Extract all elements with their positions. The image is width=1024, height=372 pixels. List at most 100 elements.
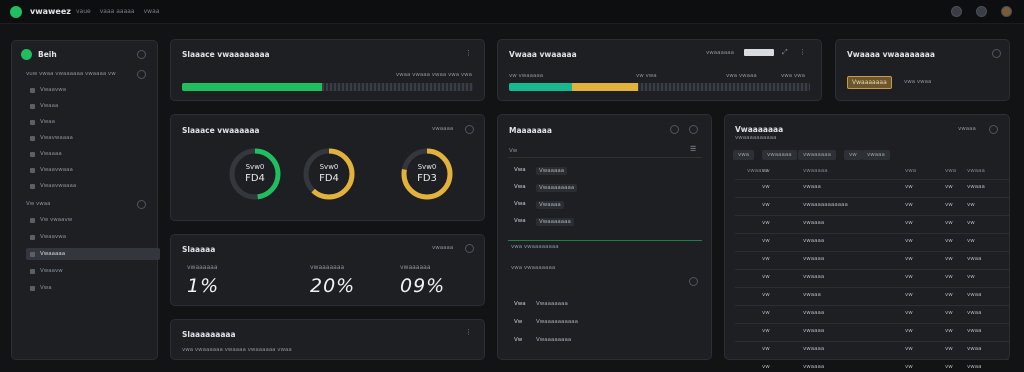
column-header[interactable]: vw bbox=[762, 168, 770, 174]
toggle-control[interactable] bbox=[744, 49, 774, 56]
sidebar-item[interactable]: Vwaavwa bbox=[26, 84, 160, 96]
table-cell: vw bbox=[762, 238, 770, 244]
column-header[interactable]: vwaaa bbox=[967, 168, 985, 174]
table-cell: vwaa bbox=[967, 346, 982, 352]
sidebar-item[interactable]: Vwa bbox=[26, 282, 160, 294]
sidebar-item[interactable]: Vwaaaa bbox=[26, 148, 160, 160]
table-row[interactable]: vw vwaaaa vw vw vw bbox=[735, 271, 1009, 284]
table-row[interactable]: vw vwaaaa vw vw vwaa bbox=[735, 361, 1009, 372]
list-item[interactable]: Vwa Vwaaaaa bbox=[514, 167, 568, 175]
table-cell: vwaa bbox=[967, 256, 982, 262]
top-nav-item[interactable]: vaue bbox=[76, 8, 91, 15]
expand-icon[interactable]: ⤢ bbox=[782, 48, 788, 57]
filter-chip[interactable]: vwa bbox=[733, 150, 755, 160]
panel-menu-icon[interactable]: ⋮ bbox=[799, 48, 806, 56]
sidebar-item[interactable]: Vwaa bbox=[26, 116, 160, 128]
list-item[interactable]: Vwa Vwaaaaaaaa bbox=[514, 184, 578, 192]
refresh-icon[interactable] bbox=[670, 125, 679, 134]
sidebar-item[interactable]: Vwavwaaaa bbox=[26, 132, 160, 144]
list-item[interactable]: Vwa Vwaaaa bbox=[514, 201, 564, 209]
sidebar-item[interactable]: Vwaavwaaaa bbox=[26, 180, 160, 192]
column-header[interactable]: vwaaaaa bbox=[803, 168, 828, 174]
table-cell: vw bbox=[905, 292, 913, 298]
table-row[interactable]: vw vwaaaa vw vw vwaa bbox=[735, 253, 1009, 266]
table-row[interactable]: vw vwaaaaaaaaaaa vw vw vw bbox=[735, 199, 1009, 212]
table-cell: vw bbox=[762, 202, 770, 208]
list-item[interactable]: Vw Vwaaaaaaaaaa bbox=[514, 319, 578, 325]
panel-control-label[interactable]: vwaaa bbox=[958, 126, 976, 132]
sidebar-item[interactable]: Vwaaaaa bbox=[26, 248, 160, 260]
section-toggle-icon[interactable] bbox=[137, 200, 146, 209]
panel-options-icon[interactable] bbox=[465, 125, 474, 134]
sidebar-item-label: Vwaavwaaaa bbox=[40, 183, 77, 189]
table-cell: vw bbox=[762, 364, 770, 370]
column-header[interactable]: vwa bbox=[945, 168, 956, 174]
gauge: Svw0 FD4 bbox=[227, 146, 283, 202]
table-cell: vwaaaa bbox=[803, 364, 825, 370]
stacked-progress-bar bbox=[509, 83, 810, 91]
row-divider bbox=[735, 179, 1009, 180]
list-item-key: Vwa bbox=[514, 184, 526, 190]
sidebar-item-icon bbox=[30, 268, 35, 274]
table-row[interactable]: vw vwaaaa vw vw vwaa bbox=[735, 307, 1009, 320]
filter-chip[interactable]: vwaaa bbox=[862, 150, 890, 160]
brand-logo-icon bbox=[10, 6, 22, 18]
table-row[interactable]: vw vwaaaa vw vw vwaa bbox=[735, 343, 1009, 356]
settings-icon[interactable] bbox=[689, 125, 698, 134]
settings-icon[interactable] bbox=[951, 6, 962, 17]
table-row[interactable]: vw vwaaaa vw vw vw bbox=[735, 217, 1009, 230]
app-name: vwaweez bbox=[30, 7, 71, 16]
filter-chip[interactable]: vwaaaaaa bbox=[798, 150, 836, 160]
table-row[interactable]: vw vwaaaa vw vw vw bbox=[735, 235, 1009, 248]
list-filter-icon[interactable]: ☰ bbox=[690, 145, 696, 153]
panel-control-label[interactable]: vwaaaa bbox=[432, 126, 453, 132]
list-item-value: Vwaaaaaaa bbox=[536, 301, 568, 307]
gauge-value: FD4 bbox=[319, 173, 339, 184]
table-header: vwaaaa vw vwaaaaa vwa vwa vwaaa bbox=[735, 165, 1009, 178]
table-row[interactable]: vw vwaaa vw vw vwaaa bbox=[735, 181, 1009, 194]
panel-options-icon[interactable] bbox=[989, 125, 998, 134]
table-cell: vw bbox=[967, 220, 975, 226]
top-nav-item[interactable]: vwaa bbox=[144, 8, 160, 15]
list-item-value: Vwaaaaaaa bbox=[536, 218, 574, 226]
add-icon[interactable] bbox=[689, 277, 698, 286]
table-cell: vw bbox=[967, 202, 975, 208]
sidebar-item[interactable]: Vw vwaavw bbox=[26, 214, 160, 226]
stat-value: 20% bbox=[310, 275, 356, 297]
filter-chip[interactable]: vwaaaaa bbox=[762, 150, 797, 160]
notifications-icon[interactable] bbox=[976, 6, 987, 17]
table-row[interactable]: vw vwaaaa vw vw vwaa bbox=[735, 325, 1009, 338]
table-cell: vw bbox=[905, 202, 913, 208]
list-header-key: Vw bbox=[509, 148, 518, 154]
panel-subtitle: vwaaaaaaaaaa bbox=[735, 135, 777, 141]
panel-control-label[interactable]: vwaaaa bbox=[432, 245, 453, 251]
sidebar-item[interactable]: Vwaavwa bbox=[26, 231, 160, 243]
top-nav-item[interactable]: vaaa aaaaa bbox=[100, 8, 135, 15]
row-divider bbox=[735, 359, 1009, 360]
panel-menu-icon[interactable]: ⋮ bbox=[465, 328, 472, 336]
table-cell: vw bbox=[905, 310, 913, 316]
sidebar-collapse-icon[interactable] bbox=[137, 50, 146, 59]
panel-control-label: vwaaaaaa bbox=[706, 50, 734, 56]
user-avatar-icon[interactable] bbox=[1001, 6, 1012, 17]
column-header[interactable]: vwa bbox=[905, 168, 916, 174]
section-toggle-icon[interactable] bbox=[137, 70, 146, 79]
gauge-label: Svw0 bbox=[319, 163, 339, 171]
progress-caption: vwaa vwaaa vwaa vwa vwa bbox=[395, 72, 472, 78]
sidebar-item-icon bbox=[30, 135, 35, 141]
gauge-label: Svw0 bbox=[245, 163, 265, 171]
sidebar-item-label: Vwaaaa bbox=[40, 151, 62, 157]
sidebar-item-label: Vwaaaaa bbox=[40, 251, 66, 257]
table-row[interactable]: vw vwaaa vw vw vwaa bbox=[735, 289, 1009, 302]
panel-options-icon[interactable] bbox=[465, 244, 474, 253]
panel-menu-icon[interactable]: ⋮ bbox=[465, 49, 472, 57]
list-item[interactable]: Vw Vwaaaaaaaa bbox=[514, 337, 571, 343]
list-item[interactable]: Vwa Vwaaaaaaa bbox=[514, 301, 568, 307]
list-item[interactable]: Vwa Vwaaaaaaa bbox=[514, 218, 574, 226]
table-cell: vw bbox=[945, 310, 953, 316]
sidebar-item[interactable]: Vwaaa bbox=[26, 100, 160, 112]
panel-options-icon[interactable] bbox=[992, 49, 1001, 58]
sidebar-item[interactable]: Vwaavw bbox=[26, 265, 160, 277]
sidebar-item[interactable]: Vwaavwaaa bbox=[26, 164, 160, 176]
filter-chip[interactable]: vw bbox=[844, 150, 862, 160]
